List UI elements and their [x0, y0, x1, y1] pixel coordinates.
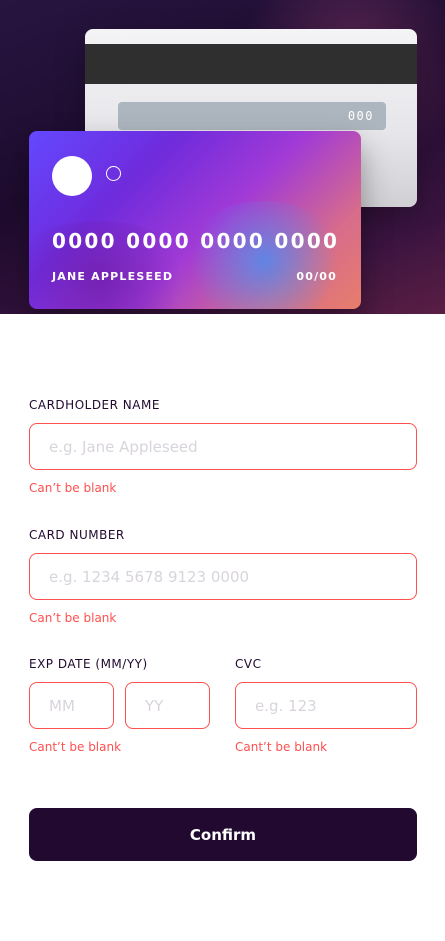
expiry-cvc-row: EXP DATE (MM/YY) Cant’t be blank CVC Can…	[29, 657, 417, 767]
exp-month-input[interactable]	[29, 682, 114, 729]
card-number-label: CARD NUMBER	[29, 528, 125, 542]
cvc-input[interactable]	[235, 682, 417, 729]
card-gradient-accent	[179, 201, 349, 309]
card-front-expiry: 00/00	[296, 270, 337, 283]
exp-date-error: Cant’t be blank	[29, 740, 122, 754]
card-number-group: CARD NUMBER Can’t be blank	[29, 528, 417, 625]
signature-strip: 000	[118, 102, 386, 130]
exp-date-label: EXP DATE (MM/YY)	[29, 657, 148, 671]
card-logo-ring-icon	[106, 166, 121, 181]
card-preview-area: 000 0000 0000 0000 0000 JANE APPLESEED 0…	[0, 0, 445, 314]
cvc-group: CVC Cant’t be blank	[235, 657, 417, 754]
card-front-number: 0000 0000 0000 0000	[52, 229, 340, 253]
card-logo-circle-icon	[52, 156, 92, 196]
cvc-label: CVC	[235, 657, 262, 671]
cardholder-name-group: CARDHOLDER NAME Can’t be blank	[29, 398, 417, 495]
cardholder-name-input[interactable]	[29, 423, 417, 470]
card-front-name: JANE APPLESEED	[52, 270, 174, 283]
card-number-error: Can’t be blank	[29, 611, 117, 625]
exp-date-inputs	[29, 671, 211, 729]
card-back-cvc: 000	[347, 109, 374, 123]
confirm-button[interactable]: Confirm	[29, 808, 417, 861]
cardholder-name-error: Can’t be blank	[29, 481, 117, 495]
magnetic-stripe	[85, 44, 417, 84]
exp-date-group: EXP DATE (MM/YY) Cant’t be blank	[29, 657, 211, 754]
cardholder-name-label: CARDHOLDER NAME	[29, 398, 160, 412]
card-front: 0000 0000 0000 0000 JANE APPLESEED 00/00	[29, 131, 361, 309]
card-number-input[interactable]	[29, 553, 417, 600]
cvc-error: Cant’t be blank	[235, 740, 328, 754]
exp-year-input[interactable]	[125, 682, 210, 729]
